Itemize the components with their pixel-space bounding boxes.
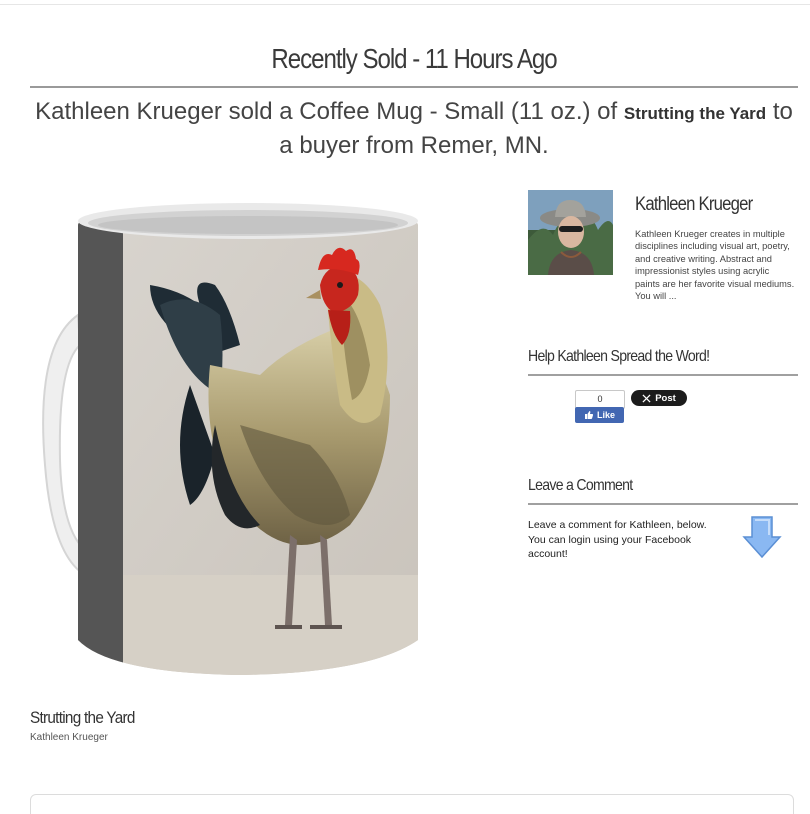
product-artist-link[interactable]: Kathleen Krueger — [30, 732, 108, 743]
comment-box-card — [30, 794, 794, 814]
artist-photo — [528, 190, 613, 275]
product-image-mug[interactable] — [40, 195, 440, 685]
top-divider — [0, 4, 810, 5]
page-title: Recently Sold - 11 Hours Ago — [271, 43, 557, 74]
page: Recently Sold - 11 Hours Ago Kathleen Kr… — [0, 0, 810, 814]
down-arrow-icon — [742, 515, 782, 559]
comment-divider — [528, 503, 798, 505]
share-heading: Help Kathleen Spread the Word! — [528, 348, 710, 365]
x-post-label: Post — [655, 392, 676, 404]
mug-illustration — [42, 203, 418, 675]
sale-description: Kathleen Krueger sold a Coffee Mug - Sma… — [30, 96, 798, 162]
artist-name-link[interactable]: Kathleen Krueger — [635, 194, 753, 216]
thumbs-up-icon — [584, 411, 594, 419]
x-logo-icon — [642, 393, 651, 403]
comment-heading: Leave a Comment — [528, 477, 633, 494]
facebook-like-button[interactable]: Like — [575, 407, 624, 423]
x-post-button[interactable]: Post — [631, 390, 687, 406]
sale-art-title-link[interactable]: Strutting the Yard — [624, 104, 766, 123]
title-divider — [30, 86, 798, 88]
sale-prefix: Kathleen Krueger sold a Coffee Mug - Sma… — [35, 98, 618, 125]
facebook-like-label: Like — [596, 410, 615, 420]
share-divider — [528, 374, 798, 376]
comment-instructions: Leave a comment for Kathleen, below. You… — [528, 519, 707, 560]
product-title-link[interactable]: Strutting the Yard — [30, 708, 135, 728]
artist-avatar[interactable] — [528, 190, 613, 275]
artist-bio: Kathleen Krueger creates in multiple dis… — [635, 229, 795, 302]
